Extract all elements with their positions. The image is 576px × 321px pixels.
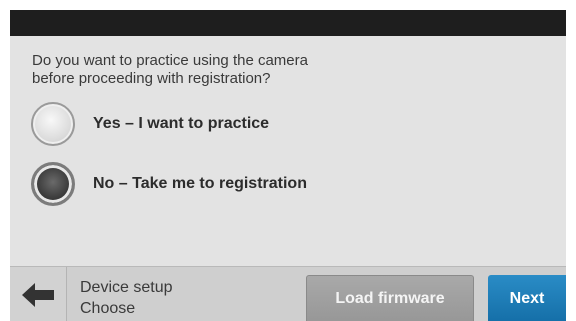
option-no-registration[interactable]: No – Take me to registration [31, 160, 307, 208]
option-yes-practice[interactable]: Yes – I want to practice [31, 100, 269, 148]
next-button[interactable]: Next [488, 275, 566, 321]
question-text: Do you want to practice using the camera… [32, 52, 308, 88]
bottom-bar: Device setup Choose Load firmware Next [10, 266, 566, 321]
breadcrumb-title: Device setup [80, 279, 173, 296]
breadcrumb: Device setup Choose [80, 277, 173, 319]
back-button[interactable] [10, 267, 67, 321]
radio-yes-practice[interactable] [31, 102, 75, 146]
load-firmware-button[interactable]: Load firmware [306, 275, 474, 321]
option-yes-label: Yes – I want to practice [93, 115, 270, 132]
option-no-label: No – Take me to registration [93, 175, 307, 192]
question-line-1: Do you want to practice using the camera [32, 52, 308, 69]
radio-no-registration[interactable] [31, 162, 75, 206]
arrow-left-icon [22, 282, 54, 307]
question-line-2: before proceeding with registration? [32, 70, 271, 87]
camera-practice-screen: Do you want to practice using the camera… [10, 10, 566, 321]
breadcrumb-step: Choose [80, 300, 136, 317]
top-bar [10, 10, 566, 36]
